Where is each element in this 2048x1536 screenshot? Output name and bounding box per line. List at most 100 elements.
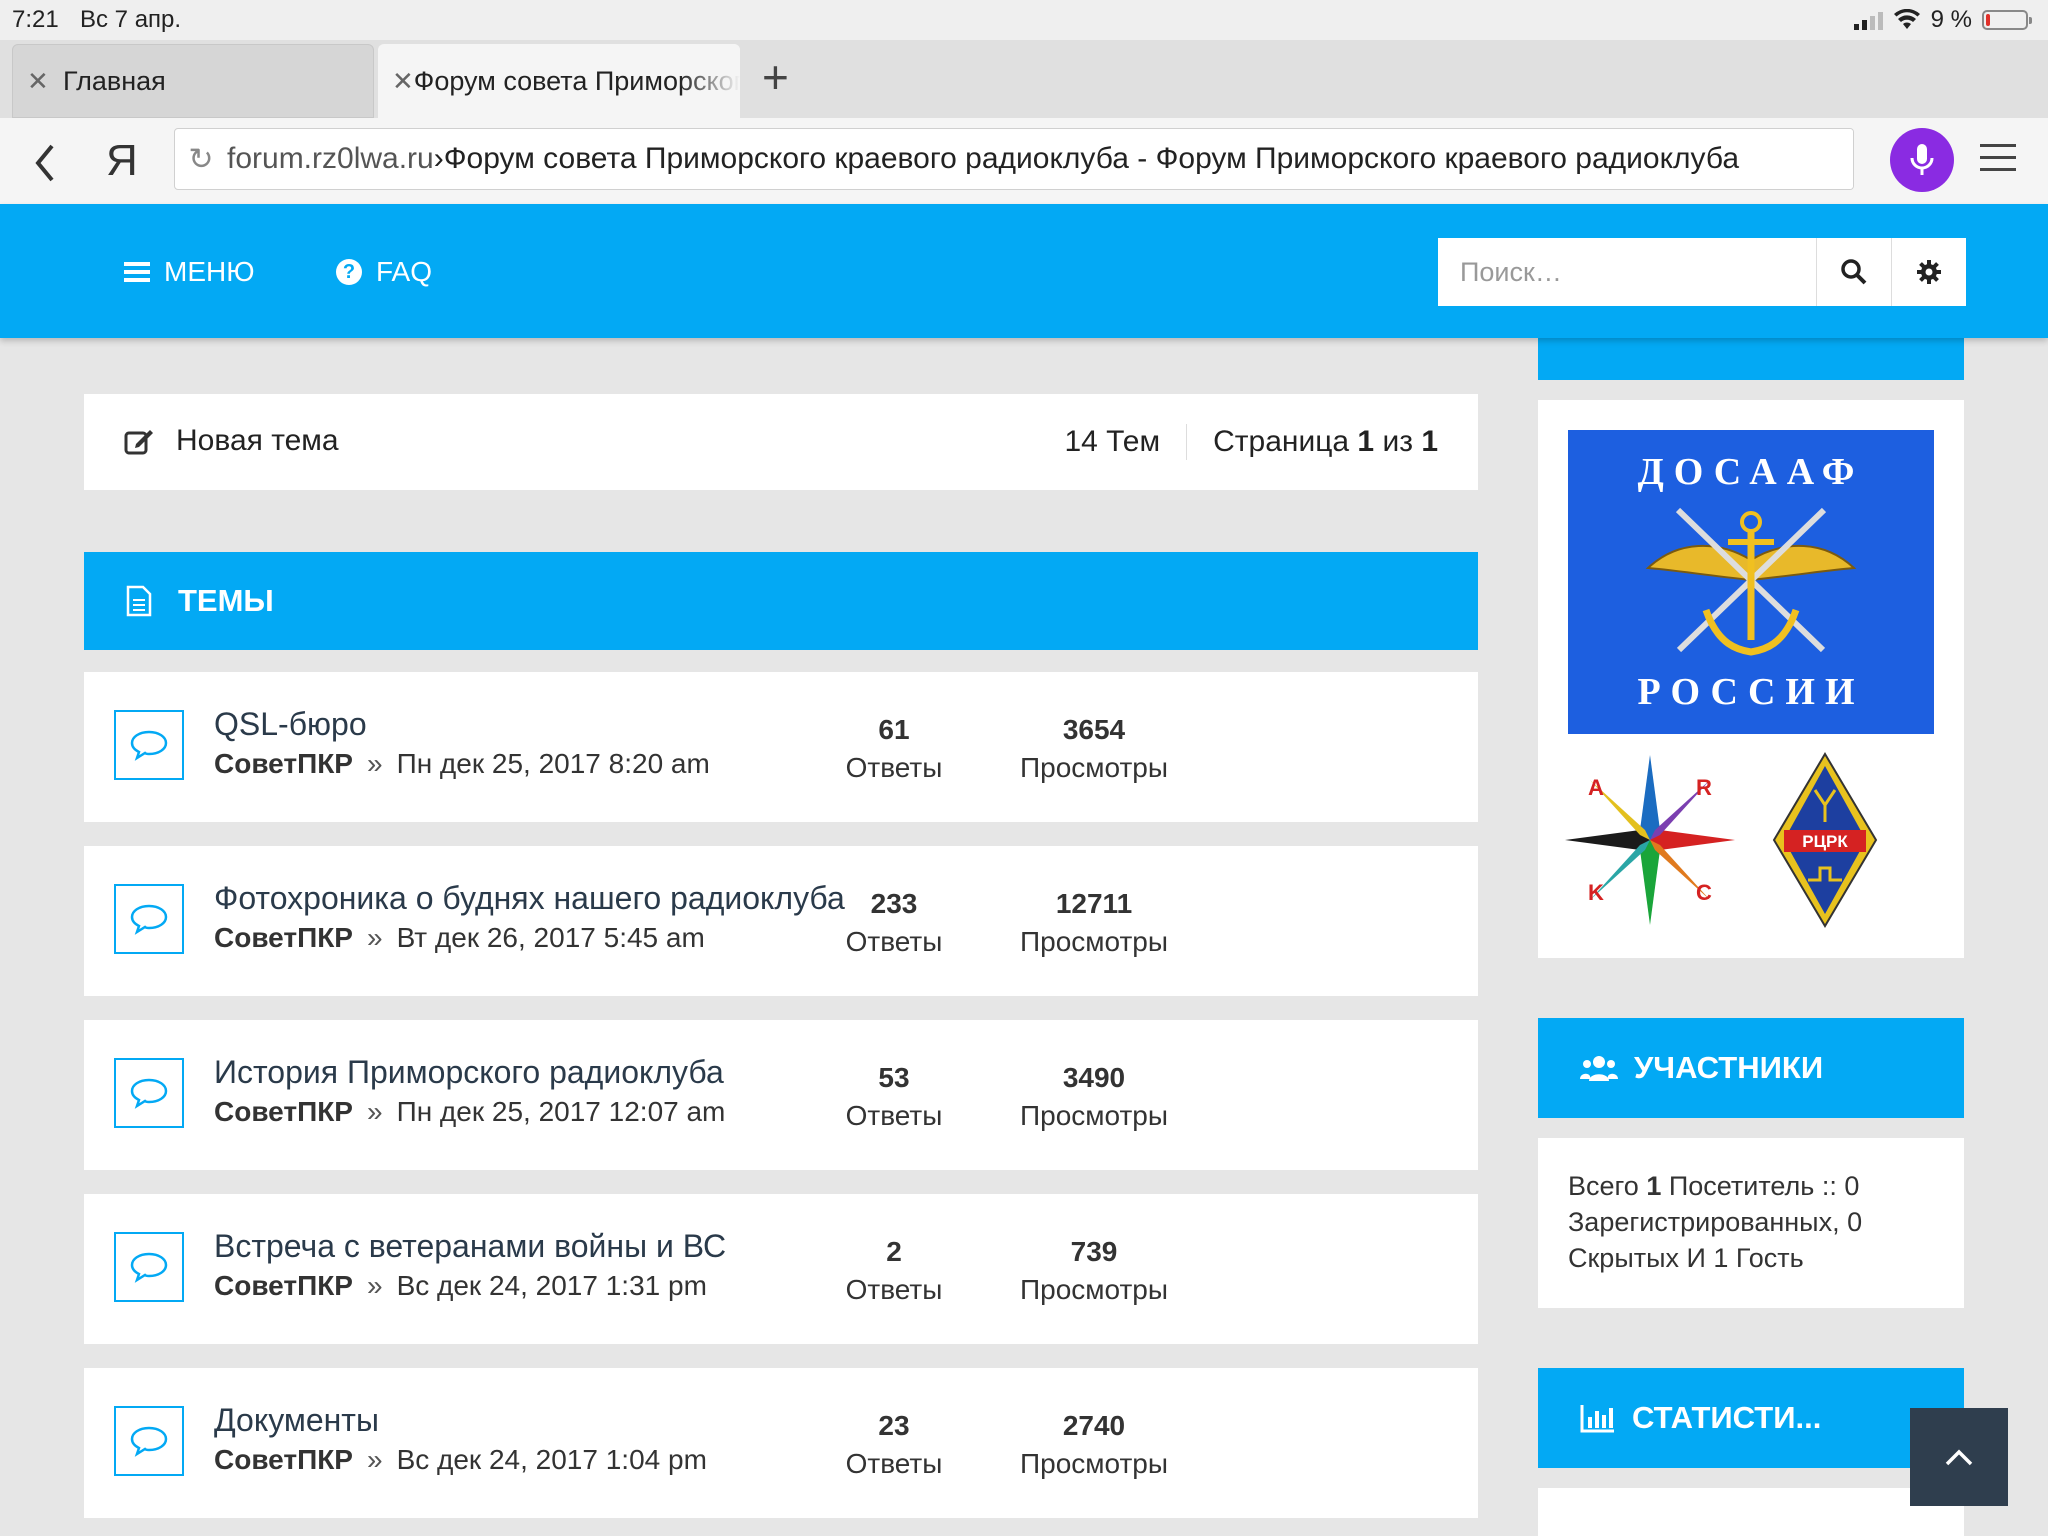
views-stat: 3654 Просмотры: [1020, 714, 1168, 783]
voice-assistant-mic-icon[interactable]: [1890, 128, 1954, 192]
topic-row[interactable]: Встреча с ветеранами войны и ВС СоветПКР…: [84, 1194, 1478, 1344]
tab-label: Главная: [63, 65, 166, 96]
statistics-header: СТАТИСТИ...: [1538, 1368, 1964, 1468]
menu-button[interactable]: МЕНЮ: [124, 256, 255, 288]
tab-main[interactable]: ✕ Главная: [12, 44, 374, 118]
topics-header-label: ТЕМЫ: [178, 583, 274, 618]
users-icon: [1580, 1056, 1618, 1081]
statistics-panel: [1538, 1488, 1964, 1536]
topic-meta: СоветПКР » Пн дек 25, 2017 12:07 am: [214, 1096, 725, 1128]
topic-title-link[interactable]: QSL-бюро: [214, 706, 367, 743]
document-icon: [126, 585, 152, 617]
gear-icon: [1917, 260, 1941, 284]
replies-stat: 23 Ответы: [845, 1410, 943, 1479]
topic-title-link[interactable]: Документы: [214, 1402, 379, 1439]
replies-stat: 61 Ответы: [845, 714, 943, 783]
search-box: [1438, 238, 1966, 306]
comment-icon: [114, 884, 184, 954]
topic-row[interactable]: Документы СоветПКР » Вс дек 24, 2017 1:04 …: [84, 1368, 1478, 1518]
topic-author-link[interactable]: СоветПКР: [214, 922, 353, 953]
svg-text:R: R: [1696, 775, 1712, 800]
svg-text:K: K: [1588, 880, 1604, 905]
address-bar: Я ↻ forum.rz0lwa.ru › Форум совета Примо…: [0, 118, 2048, 205]
close-tab-icon[interactable]: ✕: [27, 66, 63, 97]
topic-meta: СоветПКР » Вс дек 24, 2017 1:04 pm: [214, 1444, 707, 1476]
sidebar-header-strip: [1538, 338, 1964, 380]
faq-link[interactable]: ? FAQ: [336, 256, 432, 288]
topic-row[interactable]: QSL-бюро СоветПКР » Пн дек 25, 2017 8:20 a…: [84, 672, 1478, 822]
edit-icon: [124, 430, 153, 455]
hamburger-icon: [124, 258, 150, 286]
back-arrow-icon[interactable]: [30, 140, 60, 186]
topic-author-link[interactable]: СоветПКР: [214, 1444, 353, 1475]
chevron-up-icon: [1945, 1449, 1973, 1466]
views-stat: 12711 Просмотры: [1020, 888, 1168, 957]
pagination: Страница 1 из 1: [1213, 425, 1438, 458]
new-topic-button[interactable]: Новая тема: [124, 424, 339, 458]
members-text: Всего 1 Посетитель :: 0 Зарегистрированн…: [1568, 1171, 1863, 1273]
views-stat: 739 Просмотры: [1020, 1236, 1168, 1305]
tab-forum[interactable]: ✕ Форум совета Приморского краевого ради…: [378, 44, 740, 118]
search-icon: [1841, 259, 1867, 285]
topic-author-link[interactable]: СоветПКР: [214, 1096, 353, 1127]
double-chevron-icon: »: [366, 748, 383, 779]
rcrk-logo-icon[interactable]: РЦРК: [1770, 750, 1880, 930]
yandex-logo-icon[interactable]: Я: [106, 136, 138, 186]
topic-date: Вс дек 24, 2017 1:31 pm: [396, 1270, 707, 1301]
close-tab-icon[interactable]: ✕: [392, 66, 414, 97]
scroll-to-top-button[interactable]: [1910, 1408, 2008, 1506]
double-chevron-icon: »: [366, 1270, 383, 1301]
status-date: Вс 7 апр.: [80, 6, 182, 33]
views-stat: 3490 Просмотры: [1020, 1062, 1168, 1131]
comment-icon: [114, 710, 184, 780]
replies-stat: 233 Ответы: [845, 888, 943, 957]
topic-meta: СоветПКР » Вс дек 24, 2017 1:31 pm: [214, 1270, 707, 1302]
topic-author-link[interactable]: СоветПКР: [214, 748, 353, 779]
dosaaf-logo[interactable]: ДОСААФ РОССИИ: [1568, 430, 1934, 734]
topic-author-link[interactable]: СоветПКР: [214, 1270, 353, 1301]
topic-toolbar: Новая тема 14 Тем Страница 1 из 1: [84, 394, 1478, 490]
search-input[interactable]: [1438, 238, 1816, 306]
topic-title-link[interactable]: Фотохроника о буднях нашего радиоклуба: [214, 880, 845, 917]
rcrk-label: РЦРК: [1802, 832, 1848, 851]
comment-icon: [114, 1406, 184, 1476]
double-chevron-icon: »: [366, 1096, 383, 1127]
statistics-title: СТАТИСТИ...: [1632, 1400, 1822, 1435]
browser-menu-icon[interactable]: [1980, 144, 2016, 180]
new-topic-label: Новая тема: [176, 424, 339, 457]
topic-counts: 14 Тем Страница 1 из 1: [1064, 424, 1438, 460]
members-panel: Всего 1 Посетитель :: 0 Зарегистрированн…: [1538, 1138, 1964, 1308]
bar-chart-icon: [1580, 1405, 1614, 1433]
menu-label: МЕНЮ: [164, 256, 255, 287]
tab-bar: ✕ Главная ✕ Форум совета Приморского кра…: [0, 40, 2048, 118]
faq-label: FAQ: [376, 256, 433, 287]
status-time: 7:21: [12, 6, 59, 33]
battery-icon: [1982, 10, 2032, 30]
topic-date: Пн дек 25, 2017 8:20 am: [396, 748, 710, 779]
site-header: МЕНЮ ? FAQ: [0, 204, 2048, 338]
sidebar-logos-panel: ДОСААФ РОССИИ A R K C РЦРК: [1538, 400, 1964, 958]
new-tab-plus-icon[interactable]: +: [762, 54, 789, 100]
url-field[interactable]: ↻ forum.rz0lwa.ru › Форум совета Приморс…: [174, 128, 1854, 190]
reload-icon[interactable]: ↻: [175, 142, 227, 177]
topics-count: 14 Тем: [1064, 425, 1161, 458]
topic-row[interactable]: История Приморского радиоклуба СоветПКР »…: [84, 1020, 1478, 1170]
double-chevron-icon: »: [366, 922, 383, 953]
topic-row[interactable]: Фотохроника о буднях нашего радиоклуба С…: [84, 846, 1478, 996]
advanced-search-button[interactable]: [1891, 238, 1966, 306]
replies-stat: 2 Ответы: [845, 1236, 943, 1305]
members-header: УЧАСТНИКИ: [1538, 1018, 1964, 1118]
aarc-star-logo-icon[interactable]: A R K C: [1560, 750, 1740, 930]
topic-title-link[interactable]: Встреча с ветеранами войны и ВС: [214, 1228, 726, 1265]
question-circle-icon: ?: [336, 259, 362, 285]
topic-title-link[interactable]: История Приморского радиоклуба: [214, 1054, 724, 1091]
status-bar: 7:21 Вс 7 апр. 9 %: [0, 0, 2048, 40]
topic-date: Пн дек 25, 2017 12:07 am: [396, 1096, 726, 1127]
comment-icon: [114, 1232, 184, 1302]
topic-meta: СоветПКР » Пн дек 25, 2017 8:20 am: [214, 748, 710, 780]
topic-date: Вс дек 24, 2017 1:04 pm: [396, 1444, 707, 1475]
search-button[interactable]: [1816, 238, 1891, 306]
topics-header: ТЕМЫ: [84, 552, 1478, 650]
double-chevron-icon: »: [366, 1444, 383, 1475]
url-separator: ›: [433, 142, 444, 175]
